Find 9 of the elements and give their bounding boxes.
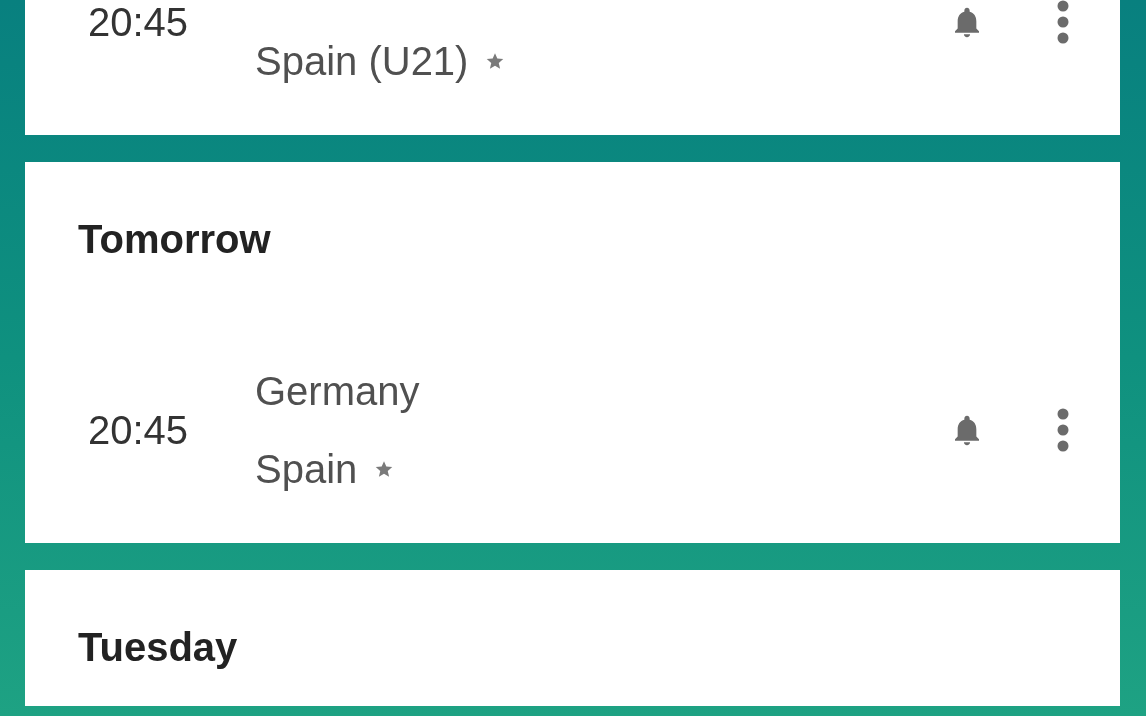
team-name: Germany [255, 368, 420, 414]
match-time: 20:45 [88, 407, 189, 453]
day-heading: Tomorrow [78, 216, 271, 263]
team-name: Spain [255, 446, 358, 492]
team-name: Spain (U21) [255, 38, 469, 84]
more-options-icon[interactable] [1057, 408, 1069, 452]
more-options-icon[interactable] [1057, 0, 1069, 44]
day-heading: Tuesday [78, 624, 238, 671]
match-time: 20:45 [88, 0, 189, 45]
